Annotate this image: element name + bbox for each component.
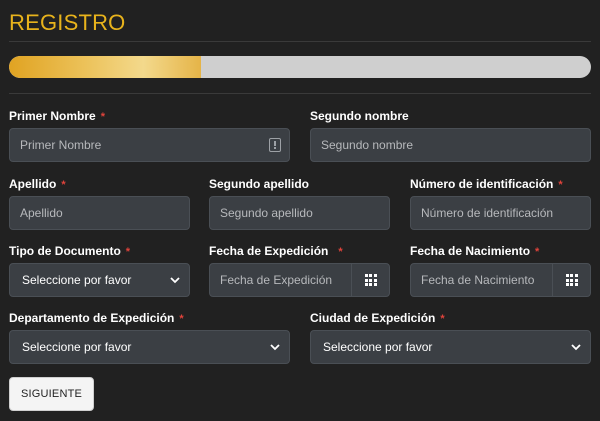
siguiente-button[interactable]: SIGUIENTE	[9, 377, 94, 411]
label-numero-identificacion: Número de identificación *	[410, 177, 563, 191]
chevron-down-icon	[170, 277, 180, 284]
tipo-documento-select[interactable]: Seleccione por favor	[9, 263, 190, 297]
segundo-nombre-input[interactable]: Segundo nombre	[310, 128, 591, 162]
required-marker: *	[179, 313, 184, 325]
required-marker: *	[338, 246, 343, 258]
numero-identificacion-input[interactable]: Número de identificación	[410, 196, 591, 230]
ciudad-expedicion-select[interactable]: Seleccione por favor	[310, 330, 591, 364]
label-ciudad-expedicion: Ciudad de Expedición *	[310, 311, 445, 325]
progress-bar	[9, 56, 591, 78]
chevron-down-icon	[571, 344, 581, 351]
fecha-nacimiento-input[interactable]: Fecha de Nacimiento	[410, 263, 591, 297]
required-marker: *	[100, 111, 105, 123]
segundo-apellido-input[interactable]: Segundo apellido	[209, 196, 390, 230]
label-fecha-nacimiento: Fecha de Nacimiento *	[410, 244, 540, 258]
required-marker: *	[61, 179, 66, 191]
chevron-down-icon	[270, 344, 280, 351]
fecha-expedicion-input[interactable]: Fecha de Expedición	[209, 263, 390, 297]
autofill-alert-icon[interactable]	[269, 138, 281, 152]
primer-nombre-input[interactable]: Primer Nombre	[9, 128, 290, 162]
calendar-grid-icon	[565, 274, 578, 286]
departamento-expedicion-select[interactable]: Seleccione por favor	[9, 330, 290, 364]
label-tipo-documento: Tipo de Documento *	[9, 244, 131, 258]
apellido-input[interactable]: Apellido	[9, 196, 190, 230]
fecha-expedicion-picker-button[interactable]	[351, 264, 389, 296]
title-divider	[9, 41, 591, 42]
required-marker: *	[125, 246, 131, 258]
label-departamento-expedicion: Departamento de Expedición *	[9, 311, 184, 325]
label-segundo-nombre: Segundo nombre	[310, 109, 409, 123]
fecha-nacimiento-picker-button[interactable]	[552, 264, 590, 296]
label-primer-nombre: Primer Nombre *	[9, 109, 105, 123]
required-marker: *	[440, 313, 445, 325]
label-fecha-expedicion: Fecha de Expedición *	[209, 244, 343, 258]
page-title: REGISTRO	[9, 10, 126, 35]
progress-fill	[9, 56, 202, 78]
progress-divider	[9, 93, 591, 94]
calendar-grid-icon	[364, 274, 377, 286]
label-apellido: Apellido *	[9, 177, 66, 191]
required-marker: *	[535, 246, 540, 258]
label-segundo-apellido: Segundo apellido	[209, 177, 310, 191]
required-marker: *	[558, 179, 563, 191]
